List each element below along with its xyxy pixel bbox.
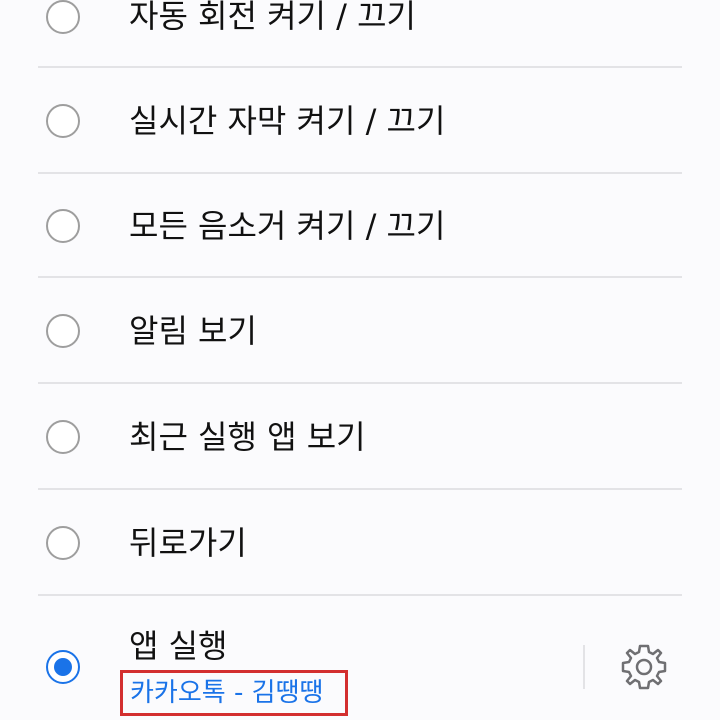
option-label: 모든 음소거 켜기 / 끄기 [129,207,446,245]
vertical-divider [583,645,585,689]
gear-icon[interactable] [620,643,668,691]
radio-button[interactable] [46,104,80,138]
radio-button[interactable] [46,314,80,348]
radio-button[interactable] [46,526,80,560]
option-label: 앱 실행 [129,627,228,665]
option-label: 실시간 자막 켜기 / 끄기 [129,102,446,140]
options-list: 자동 회전 켜기 / 끄기 실시간 자막 켜기 / 끄기 모든 음소거 켜기 /… [0,0,720,720]
list-item[interactable]: 자동 회전 켜기 / 끄기 [0,0,720,66]
list-item[interactable]: 뒤로가기 [0,490,720,594]
gear-icon-graphic [621,644,667,690]
option-label: 자동 회전 켜기 / 끄기 [129,0,416,35]
list-item[interactable]: 알림 보기 [0,278,720,382]
app-subtext-highlight: 카카오톡 - 김땡땡 [120,670,348,716]
app-subtext: 카카오톡 - 김땡땡 [130,678,324,708]
option-label: 알림 보기 [129,312,257,350]
radio-button[interactable] [46,209,80,243]
list-item[interactable]: 모든 음소거 켜기 / 끄기 [0,174,720,276]
list-item-selected[interactable]: 앱 실행 [0,596,720,720]
option-label: 최근 실행 앱 보기 [129,418,366,456]
option-label: 뒤로가기 [129,524,247,562]
list-item[interactable]: 실시간 자막 켜기 / 끄기 [0,68,720,172]
list-item[interactable]: 최근 실행 앱 보기 [0,384,720,488]
radio-button-selected[interactable] [46,650,80,684]
radio-button[interactable] [46,0,80,34]
radio-button[interactable] [46,420,80,454]
